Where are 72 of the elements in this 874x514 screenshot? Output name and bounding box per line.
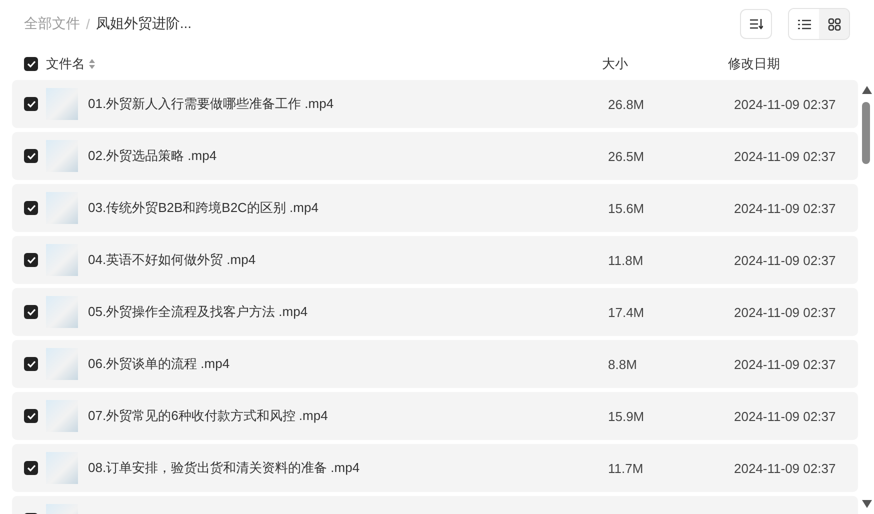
scroll-up-icon[interactable] xyxy=(862,86,872,94)
breadcrumb-separator: / xyxy=(86,16,90,32)
file-row[interactable]: 06.外贸谈单的流程 .mp4 8.8M 2024-11-09 02:37 xyxy=(12,340,858,388)
checkmark-icon xyxy=(26,152,36,160)
checkbox[interactable] xyxy=(24,149,38,163)
file-row[interactable]: 07.外贸常见的6种收付款方式和风控 .mp4 15.9M 2024-11-09 02:37 xyxy=(12,392,858,440)
scrollbar-thumb[interactable] xyxy=(862,102,870,164)
checkmark-icon xyxy=(26,204,36,212)
grid-view-button[interactable] xyxy=(819,9,849,39)
file-row[interactable]: 02.外贸选品策略 .mp4 26.5M 2024-11-09 02:37 xyxy=(12,132,858,180)
column-header[interactable]: 大小 xyxy=(602,55,728,73)
checkbox[interactable] xyxy=(24,97,38,111)
file-size: 15.9M xyxy=(608,408,646,424)
scroll-down-icon[interactable] xyxy=(862,500,872,508)
modified-date: 2024-11-09 02:37 xyxy=(734,96,836,112)
checkmark-icon xyxy=(26,256,36,264)
sort-lines-icon xyxy=(749,18,763,30)
file-name: 01.外贸新人入行需要做哪些准备工作 .mp4 xyxy=(88,95,335,113)
checkmark-icon xyxy=(26,412,36,420)
breadcrumb-item: 凤姐外贸进阶... xyxy=(96,15,192,33)
video-thumbnail xyxy=(46,400,78,432)
file-row[interactable]: 05.外贸操作全流程及找客户方法 .mp4 17.4M 2024-11-09 02:37 xyxy=(12,288,858,336)
video-thumbnail xyxy=(46,140,78,172)
file-row[interactable]: 08.订单安排，验货出货和清关资料的准备 .mp4 11.7M 2024-11-09 02:37 xyxy=(12,444,858,492)
file-size: 11.7M xyxy=(608,460,644,476)
modified-date: 2024-11-09 02:37 xyxy=(734,148,836,164)
video-thumbnail xyxy=(46,296,78,328)
video-thumbnail xyxy=(46,244,78,276)
modified-date: 2024-11-09 02:37 xyxy=(734,408,836,424)
column-header[interactable]: 修改日期 xyxy=(728,55,780,73)
checkmark-icon xyxy=(26,308,36,316)
video-thumbnail xyxy=(46,192,78,224)
file-size: 17.4M xyxy=(608,304,646,320)
modified-date: 2024-11-09 02:37 xyxy=(734,200,836,216)
list-icon xyxy=(798,18,810,30)
modified-date: 2024-11-09 02:37 xyxy=(734,252,836,268)
file-name: 02.外贸选品策略 .mp4 xyxy=(88,147,218,165)
file-row[interactable]: 01.外贸新人入行需要做哪些准备工作 .mp4 26.8M 2024-11-09 02:37 xyxy=(12,80,858,128)
file-size: 26.5M xyxy=(608,148,646,164)
grid-icon xyxy=(828,18,840,30)
file-size: 8.8M xyxy=(608,356,638,372)
checkbox[interactable] xyxy=(24,357,38,371)
file-row[interactable]: 03.传统外贸B2B和跨境B2C的区别 .mp4 15.6M 2024-11-09 02:37 xyxy=(12,184,858,232)
file-name: 07.外贸常见的6种收付款方式和风控 .mp4 xyxy=(88,407,329,425)
checkmark-icon xyxy=(26,360,36,368)
modified-date: 2024-11-09 02:37 xyxy=(734,304,836,320)
checkbox[interactable] xyxy=(24,409,38,423)
file-size: 15.6M xyxy=(608,200,646,216)
video-thumbnail xyxy=(46,348,78,380)
file-size: 11.8M xyxy=(608,252,644,268)
sort-button[interactable] xyxy=(740,9,772,39)
file-name: 04.英语不好如何做外贸 .mp4 xyxy=(88,251,257,269)
column-header[interactable]: 文件名 xyxy=(46,55,85,73)
checkbox[interactable] xyxy=(24,57,38,71)
file-name: 08.订单安排，验货出货和清关资料的准备 .mp4 xyxy=(88,459,361,477)
file-row[interactable]: 04.英语不好如何做外贸 .mp4 11.8M 2024-11-09 02:37 xyxy=(12,236,858,284)
file-size: 26.8M xyxy=(608,96,646,112)
checkbox[interactable] xyxy=(24,201,38,215)
checkmark-icon xyxy=(26,60,36,68)
checkbox[interactable] xyxy=(24,305,38,319)
checkbox[interactable] xyxy=(24,461,38,475)
sort-icon xyxy=(89,59,95,69)
video-thumbnail xyxy=(46,452,78,484)
checkmark-icon xyxy=(26,100,36,108)
file-name: 06.外贸谈单的流程 .mp4 xyxy=(88,355,231,373)
checkmark-icon xyxy=(26,464,36,472)
checkbox[interactable] xyxy=(24,253,38,267)
file-name: 05.外贸操作全流程及找客户方法 .mp4 xyxy=(88,303,309,321)
modified-date: 2024-11-09 02:37 xyxy=(734,356,836,372)
modified-date: 2024-11-09 02:37 xyxy=(734,460,836,476)
file-name: 03.传统外贸B2B和跨境B2C的区别 .mp4 xyxy=(88,199,320,217)
video-thumbnail xyxy=(46,88,78,120)
